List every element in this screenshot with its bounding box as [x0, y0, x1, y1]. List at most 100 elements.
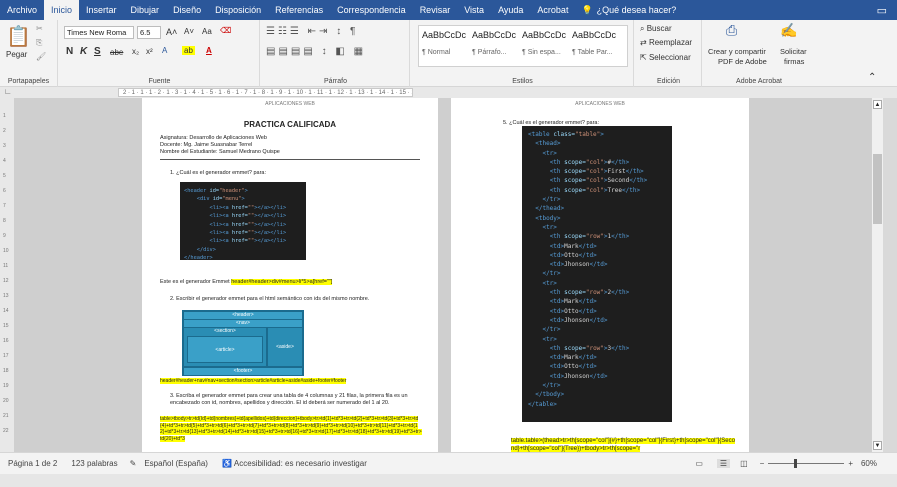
- grow-font-icon[interactable]: A˄: [166, 27, 177, 37]
- proofing-icon[interactable]: ✎: [130, 459, 137, 468]
- page-title: PRACTICA CALIFICADA: [243, 120, 337, 129]
- replace-button[interactable]: ⇄ Reemplazar: [640, 38, 692, 47]
- language[interactable]: Español (España): [144, 459, 208, 468]
- code-line: </div>: [196, 246, 216, 253]
- vertical-scrollbar[interactable]: ▲ ▼: [871, 98, 883, 452]
- word-count[interactable]: 123 palabras: [71, 459, 117, 468]
- find-button[interactable]: ⌕ Buscar: [640, 24, 672, 34]
- shrink-font-icon[interactable]: A˅: [184, 27, 194, 36]
- answer-1-code: header#header>div#menu>li*5>a[href=""]: [231, 279, 333, 285]
- create-pdf-line1[interactable]: Crear y compartir: [708, 47, 766, 56]
- request-signature-icon[interactable]: ✍: [780, 22, 797, 39]
- ruler-tick: 16: [3, 338, 9, 344]
- code-block-2: <table class="table"> <thead> <tr> <th s…: [522, 126, 672, 422]
- tab-acrobat[interactable]: Acrobat: [530, 0, 575, 20]
- request-signature-line2[interactable]: firmas: [784, 57, 804, 66]
- paste-button[interactable]: Pegar: [6, 50, 27, 59]
- scroll-thumb[interactable]: [873, 154, 882, 224]
- page-count[interactable]: Página 1 de 2: [8, 459, 57, 468]
- zoom-in-icon[interactable]: +: [848, 459, 853, 468]
- code-line: </tr>: [542, 382, 561, 390]
- zoom-out-icon[interactable]: −: [760, 459, 765, 468]
- divider: [160, 159, 420, 160]
- code-line: <td>Mark</td>: [549, 298, 597, 306]
- accessibility-status[interactable]: Accesibilidad: es necesario investigar: [234, 459, 367, 468]
- tab-disposición[interactable]: Disposición: [208, 0, 268, 20]
- tab-referencias[interactable]: Referencias: [268, 0, 330, 20]
- text-effects-icon[interactable]: A: [162, 46, 167, 55]
- style-paragraph[interactable]: AaBbCcDc ¶ Párrafo...: [472, 30, 520, 56]
- ruler-tick: 10: [3, 248, 9, 254]
- code-line: <div id="menu">: [196, 196, 245, 203]
- scroll-up-icon[interactable]: ▲: [873, 100, 882, 109]
- create-pdf-line2[interactable]: PDF de Adobe: [718, 57, 767, 66]
- answer-5: table.table>(thead>tr>th[scope="col"]{#}…: [511, 437, 737, 452]
- clear-format-icon[interactable]: ⌫: [220, 26, 231, 35]
- scroll-down-icon[interactable]: ▼: [873, 441, 882, 450]
- ribbon-tabs: Archivo Inicio Insertar Dibujar Diseño Dispos…: [0, 0, 897, 20]
- paste-icon[interactable]: 📋: [6, 24, 31, 49]
- ruler-tick: 19: [3, 383, 9, 389]
- collapse-ribbon-icon[interactable]: ⌃: [868, 72, 876, 83]
- clipboard-label: Portapapeles: [7, 78, 50, 85]
- print-layout-icon[interactable]: ☰: [716, 459, 731, 468]
- strike-button[interactable]: abe: [110, 48, 123, 57]
- select-button[interactable]: ⇱ Seleccionar: [640, 53, 691, 62]
- align-icons[interactable]: ▤▤▤▤ ↕ ◧ ▦: [266, 46, 366, 57]
- zoom-slider[interactable]: [768, 459, 845, 468]
- tab-revisar[interactable]: Revisar: [413, 0, 458, 20]
- create-pdf-icon[interactable]: ⎙: [726, 22, 737, 39]
- change-case-icon[interactable]: Aa: [202, 27, 212, 36]
- font-size-select[interactable]: 6.5: [137, 26, 161, 39]
- tab-correspondencia[interactable]: Correspondencia: [330, 0, 413, 20]
- font-name-select[interactable]: Times New Roma: [64, 26, 134, 39]
- page-2: APLICACIONES WEB 5. ¿Cuál es el generado…: [451, 98, 749, 452]
- ruler-track[interactable]: 2 · 1 · 1 · 1 · 2 · 1 · 3 · 1 · 4 · 1 · …: [118, 88, 413, 97]
- superscript-icon[interactable]: x²: [146, 47, 153, 56]
- bold-button[interactable]: N: [66, 46, 73, 57]
- cut-icon[interactable]: ✂: [36, 24, 43, 33]
- underline-button[interactable]: S: [94, 46, 101, 57]
- font-group: Times New Roma 6.5 A˄ A˅ Aa ⌫ N K S abe …: [60, 20, 260, 87]
- code-line: <th scope="col">First</th>: [549, 168, 644, 176]
- list-icons[interactable]: ☰☷☰ ⇤⇥ ↕ ¶: [266, 26, 358, 37]
- tab-vista[interactable]: Vista: [457, 0, 491, 20]
- ruler-tick: 12: [3, 278, 9, 284]
- comments-icon[interactable]: ▭: [877, 4, 887, 17]
- zoom-level[interactable]: 60%: [861, 459, 877, 468]
- subscript-icon[interactable]: x₂: [132, 47, 139, 56]
- tab-archivo[interactable]: Archivo: [0, 0, 44, 20]
- replace-icon: ⇄: [640, 38, 649, 47]
- tab-insertar[interactable]: Insertar: [79, 0, 124, 20]
- tab-dibujar[interactable]: Dibujar: [124, 0, 167, 20]
- ruler-tick: 4: [3, 158, 6, 164]
- tab-ayuda[interactable]: Ayuda: [491, 0, 530, 20]
- web-layout-icon[interactable]: ◫: [740, 459, 748, 468]
- tab-selector-icon[interactable]: ∟: [4, 87, 12, 96]
- focus-icon[interactable]: ▭: [695, 459, 703, 468]
- code-line: <th scope="col">Second</th>: [549, 177, 648, 185]
- status-bar: Página 1 de 2 123 palabras ✎ Español (Es…: [0, 452, 897, 474]
- acrobat-group: ⎙ ✍ Crear y compartir PDF de Adobe Solic…: [704, 20, 814, 87]
- highlight-icon[interactable]: ab: [182, 46, 195, 55]
- ruler-tick: 17: [3, 353, 9, 359]
- italic-button[interactable]: K: [80, 46, 87, 57]
- font-color-icon[interactable]: A: [206, 46, 212, 55]
- code-line: </tbody>: [535, 391, 565, 399]
- ruler-tick: 1: [3, 113, 6, 119]
- code-line: <tbody>: [535, 214, 561, 222]
- code-line: <li><a href=""></a></li>: [209, 213, 287, 220]
- tab-diseño[interactable]: Diseño: [166, 0, 208, 20]
- request-signature-line1[interactable]: Solicitar: [780, 47, 807, 56]
- diagram-nav: <nav>: [184, 320, 302, 327]
- tab-inicio[interactable]: Inicio: [44, 0, 80, 20]
- format-painter-icon[interactable]: 🖌: [36, 52, 46, 61]
- accessibility-icon[interactable]: ♿: [222, 459, 232, 468]
- copy-icon[interactable]: ⎘: [36, 38, 42, 48]
- diagram-footer: <footer>: [184, 368, 302, 375]
- code-line: <th scope="col">#</th>: [549, 158, 630, 166]
- tell-me[interactable]: 💡 ¿Qué desea hacer?: [581, 5, 676, 16]
- style-normal[interactable]: AaBbCcDc ¶ Normal: [422, 30, 470, 56]
- style-no-spacing[interactable]: AaBbCcDc ¶ Sin espa...: [522, 30, 570, 56]
- style-table-paragraph[interactable]: AaBbCcDc ¶ Table Par...: [572, 30, 620, 56]
